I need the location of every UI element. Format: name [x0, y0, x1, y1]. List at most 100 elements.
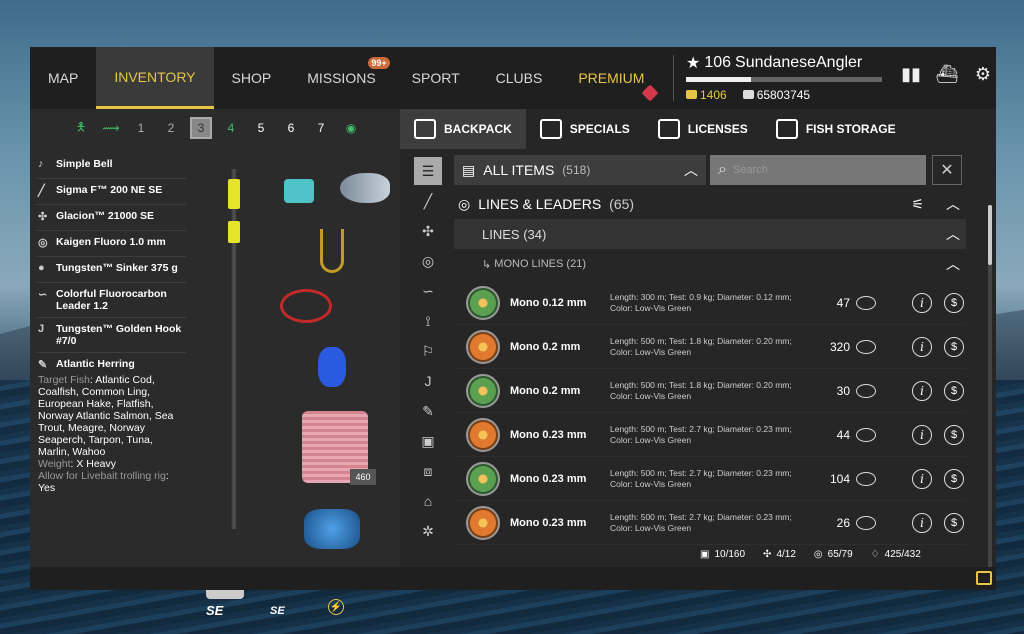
sell-button[interactable]: $: [944, 468, 964, 489]
box-category-icon[interactable]: ⧈: [414, 457, 442, 485]
hook-category-icon[interactable]: J: [414, 367, 442, 395]
ship-icon[interactable]: ⛴: [934, 61, 960, 87]
nav-map[interactable]: MAP: [30, 47, 96, 109]
globe-icon[interactable]: ◉: [340, 117, 362, 139]
gear-leader[interactable]: ∽ Colorful Fluorocarbon Leader 1.2: [36, 283, 186, 318]
chevron-up-icon[interactable]: ︿: [946, 194, 960, 214]
info-button[interactable]: i: [912, 512, 932, 533]
nav-shop[interactable]: SHOP: [214, 47, 290, 109]
rod-category-icon[interactable]: ╱: [414, 187, 442, 215]
all-items-icon[interactable]: ☰: [414, 157, 442, 185]
list-item[interactable]: Mono 0.12 mm Length: 300 m; Test: 0.9 kg…: [454, 281, 966, 325]
lines-header[interactable]: LINES (34) ︿: [454, 219, 966, 249]
lines-category-icon[interactable]: ◎: [414, 247, 442, 275]
nav-divider: [673, 55, 674, 101]
bait-fish-image[interactable]: [340, 173, 390, 203]
gear-icon[interactable]: ⚙: [970, 61, 996, 87]
info-button[interactable]: i: [912, 336, 932, 357]
gear-sinker[interactable]: ● Tungsten™ Sinker 375 g: [36, 257, 186, 283]
slot-3[interactable]: 3: [190, 117, 212, 139]
list-item[interactable]: Mono 0.2 mm Length: 500 m; Test: 1.8 kg;…: [454, 369, 966, 413]
eye-icon[interactable]: [856, 295, 876, 310]
nav-inventory[interactable]: INVENTORY: [96, 47, 214, 109]
info-button[interactable]: i: [912, 380, 932, 401]
sell-button[interactable]: $: [944, 424, 964, 445]
silver-value: 65803745: [756, 88, 811, 102]
chevron-up-icon[interactable]: ︿: [946, 254, 960, 274]
gear-bell[interactable]: ♪ Simple Bell: [36, 153, 186, 179]
lines-leaders-count: (65): [609, 196, 635, 212]
leaderboard-icon[interactable]: ▮▮: [898, 61, 924, 87]
tab-licenses[interactable]: LICENSES: [644, 109, 762, 149]
backpack-category-icon[interactable]: ▣: [414, 427, 442, 455]
sinker-image[interactable]: [284, 179, 314, 203]
lure-capacity: ♢ 425/432: [871, 549, 921, 560]
misc-category-icon[interactable]: ✲: [414, 517, 442, 545]
bait-category-icon[interactable]: ⟟: [414, 307, 442, 335]
sell-button[interactable]: $: [944, 336, 964, 357]
info-button[interactable]: i: [912, 424, 932, 445]
bell-image[interactable]: [318, 347, 346, 387]
scrollbar-thumb[interactable]: [988, 205, 992, 265]
list-item[interactable]: Mono 0.23 mm Length: 500 m; Test: 2.7 kg…: [454, 413, 966, 457]
info-button[interactable]: i: [912, 292, 932, 313]
slot-2[interactable]: 2: [160, 117, 182, 139]
gear-hook[interactable]: J Tungsten™ Golden Hook #7/0: [36, 318, 186, 353]
list-item[interactable]: Mono 0.2 mm Length: 500 m; Test: 1.8 kg;…: [454, 325, 966, 369]
slot-5[interactable]: 5: [250, 117, 272, 139]
reel-image[interactable]: [304, 509, 360, 549]
top-icons: ▮▮ ⛴ ⚙: [898, 61, 996, 87]
player-info[interactable]: ★ 106 SundaneseAngler 1406 65803745: [686, 53, 886, 102]
slot-4[interactable]: 4: [220, 117, 242, 139]
mono-lines-header[interactable]: ↳ MONO LINES (21) ︿: [454, 249, 966, 279]
eye-icon[interactable]: [856, 383, 876, 398]
lure-category-icon[interactable]: ⚐: [414, 337, 442, 365]
eye-icon[interactable]: [856, 471, 876, 486]
angler-icon[interactable]: 🯅: [70, 117, 92, 139]
slot-1[interactable]: 1: [130, 117, 152, 139]
nav-clubs[interactable]: CLUBS: [478, 47, 561, 109]
item-qty: 320: [829, 339, 850, 354]
sell-button[interactable]: $: [944, 512, 964, 533]
rod-icon: ✣: [763, 549, 772, 560]
info-button[interactable]: i: [912, 468, 932, 489]
bait-info[interactable]: ✎ Atlantic Herring Target Fish: Atlantic …: [36, 353, 186, 499]
tackle-category-icon[interactable]: ✎: [414, 397, 442, 425]
reel-category-icon[interactable]: ✣: [414, 217, 442, 245]
boat-category-icon[interactable]: ⌂: [414, 487, 442, 515]
lines-leaders-header[interactable]: ◎ LINES & LEADERS (65) ⚟ ︿: [454, 189, 966, 219]
item-name: Mono 0.2 mm: [510, 340, 581, 353]
eye-icon[interactable]: [856, 515, 876, 530]
slot-7[interactable]: 7: [310, 117, 332, 139]
search-input[interactable]: [732, 164, 913, 176]
nav-premium[interactable]: PREMIUM: [560, 47, 662, 109]
search-box[interactable]: ⌕: [710, 155, 926, 185]
eye-icon[interactable]: [856, 339, 876, 354]
hook-image[interactable]: [320, 229, 344, 273]
eye-icon[interactable]: [856, 427, 876, 442]
tab-fish-storage[interactable]: FISH STORAGE: [762, 109, 910, 149]
slot-6[interactable]: 6: [280, 117, 302, 139]
gear-reel[interactable]: ✣ Glacion™ 21000 SE: [36, 205, 186, 231]
chat-icon[interactable]: [976, 571, 992, 585]
gear-rod[interactable]: ╱ Sigma F™ 200 NE SE: [36, 179, 186, 205]
list-item[interactable]: Mono 0.23 mm Length: 500 m; Test: 2.7 kg…: [454, 501, 966, 545]
close-button[interactable]: ✕: [932, 155, 962, 185]
gear-line[interactable]: ◎ Kaigen Fluoro 1.0 mm: [36, 231, 186, 257]
tab-specials[interactable]: SPECIALS: [526, 109, 644, 149]
chevron-up-icon[interactable]: ︿: [946, 224, 960, 244]
sell-button[interactable]: $: [944, 380, 964, 401]
fish-icon[interactable]: ⟿: [100, 117, 122, 139]
all-items-header[interactable]: ▤ ALL ITEMS (518) ︿: [454, 155, 706, 185]
item-name: Mono 0.12 mm: [510, 296, 587, 309]
list-item[interactable]: Mono 0.23 mm Length: 500 m; Test: 2.7 kg…: [454, 457, 966, 501]
nav-sport[interactable]: SPORT: [394, 47, 478, 109]
nav-missions[interactable]: MISSIONS 99+: [289, 47, 393, 109]
item-list-scrollbar[interactable]: [988, 205, 992, 585]
sell-button[interactable]: $: [944, 292, 964, 313]
leader-category-icon[interactable]: ∽: [414, 277, 442, 305]
leader-image[interactable]: [280, 289, 332, 323]
filter-settings-icon[interactable]: ⚟: [911, 196, 924, 213]
chevron-up-icon[interactable]: ︿: [684, 160, 698, 180]
tab-backpack[interactable]: BACKPACK: [400, 109, 526, 149]
